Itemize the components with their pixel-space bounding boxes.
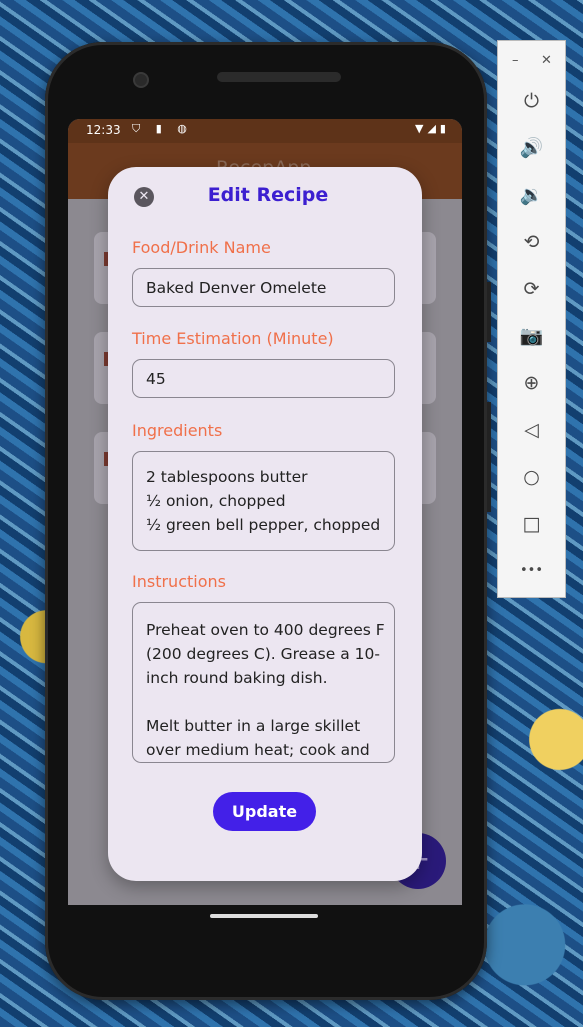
food-name-label: Food/Drink Name	[132, 238, 271, 257]
zoom-icon[interactable]: ⊕	[498, 368, 565, 398]
front-camera	[133, 72, 149, 88]
instructions-label: Instructions	[132, 572, 226, 591]
system-status-icons: ▼◢▮	[415, 122, 450, 135]
power-icon[interactable]: ⏻	[498, 86, 565, 116]
rotate-left-icon[interactable]: ⟲	[498, 227, 565, 257]
minimize-icon[interactable]: –	[512, 53, 519, 68]
more-icon[interactable]: •••	[498, 556, 565, 586]
phone-volume-key	[487, 402, 491, 512]
instructions-textarea[interactable]: Preheat oven to 400 degrees F (200 degre…	[132, 602, 395, 763]
status-time: 12:33	[86, 123, 121, 137]
ingredients-textarea[interactable]: 2 tablespoons butter ½ onion, chopped ½ …	[132, 451, 395, 551]
volume-up-icon[interactable]: 🔊	[498, 133, 565, 163]
close-icon[interactable]: ✕	[134, 187, 154, 207]
time-estimation-input[interactable]: 45	[132, 359, 395, 398]
emulator-toolbar: – ✕ ⏻ 🔊 🔉 ⟲ ⟳ 📷 ⊕ ◁ ○ □ •••	[497, 40, 566, 598]
food-name-input[interactable]: Baked Denver Omelete	[132, 268, 395, 307]
volume-down-icon[interactable]: 🔉	[498, 180, 565, 210]
status-bar: 12:33 ⛉ ▮ ◍ ▼◢▮	[68, 119, 462, 143]
close-window-icon[interactable]: ✕	[541, 53, 552, 68]
overview-icon[interactable]: □	[498, 509, 565, 539]
ingredients-label: Ingredients	[132, 421, 223, 440]
dialog-title: Edit Recipe	[207, 184, 329, 206]
edit-recipe-dialog: Edit Recipe ✕ Food/Drink Name Baked Denv…	[108, 167, 422, 881]
gesture-nav-pill[interactable]	[210, 914, 318, 918]
home-icon[interactable]: ○	[498, 462, 565, 492]
back-icon[interactable]: ◁	[498, 415, 565, 445]
notification-icons: ⛉ ▮ ◍	[132, 122, 193, 135]
phone-power-key	[487, 282, 491, 342]
camera-icon[interactable]: 📷	[498, 321, 565, 351]
rotate-right-icon[interactable]: ⟳	[498, 274, 565, 304]
update-button[interactable]: Update	[213, 792, 316, 831]
time-estimation-label: Time Estimation (Minute)	[132, 329, 334, 348]
earpiece-speaker	[217, 72, 341, 82]
